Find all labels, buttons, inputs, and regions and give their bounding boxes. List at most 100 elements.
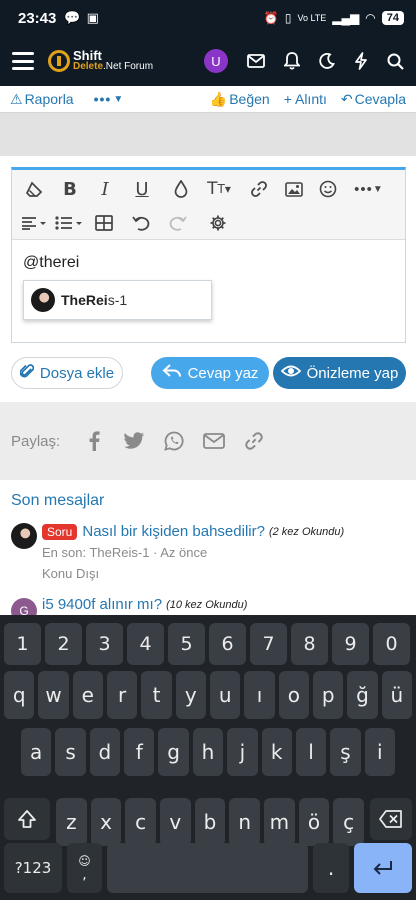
- color-drop-icon[interactable]: [168, 176, 194, 202]
- undo-icon[interactable]: [128, 210, 154, 236]
- key-c[interactable]: c: [125, 798, 156, 846]
- key-ü[interactable]: ü: [381, 671, 412, 719]
- key-h[interactable]: h: [192, 728, 224, 776]
- moon-icon[interactable]: [319, 53, 335, 69]
- preview-button[interactable]: Önizleme yap: [273, 357, 406, 389]
- settings-gear-icon[interactable]: [205, 210, 231, 236]
- backspace-key[interactable]: [370, 798, 412, 840]
- key-m[interactable]: m: [264, 798, 295, 846]
- key-8[interactable]: 8: [291, 623, 328, 665]
- post-reply-button[interactable]: Cevap yaz: [151, 357, 269, 389]
- key-g[interactable]: g: [158, 728, 189, 776]
- key-ö[interactable]: ö: [298, 798, 330, 846]
- email-share-icon[interactable]: [194, 433, 234, 449]
- key-k[interactable]: k: [261, 728, 292, 776]
- reply-link[interactable]: ↶ Cevapla: [341, 91, 406, 108]
- key-x[interactable]: x: [90, 798, 122, 846]
- search-icon[interactable]: [387, 53, 404, 70]
- key-4[interactable]: 4: [127, 623, 164, 665]
- symbols-key[interactable]: ?123: [4, 843, 62, 893]
- space-key[interactable]: [107, 843, 308, 893]
- table-icon[interactable]: [91, 210, 117, 236]
- key-n[interactable]: n: [229, 798, 260, 846]
- thread-title[interactable]: i5 9400f alınır mı?: [42, 596, 162, 613]
- quote-button[interactable]: + Alıntı: [284, 91, 327, 108]
- key-r[interactable]: r: [107, 671, 138, 719]
- emoji-comma-key[interactable]: ☺ ,: [67, 843, 102, 893]
- image-icon[interactable]: [281, 176, 307, 202]
- list-icon[interactable]: [52, 210, 86, 236]
- key-s[interactable]: s: [55, 728, 86, 776]
- key-i[interactable]: i: [364, 728, 395, 776]
- emoji-icon[interactable]: [315, 176, 341, 202]
- key-z[interactable]: z: [56, 798, 87, 846]
- key-d[interactable]: d: [89, 728, 121, 776]
- key-ş[interactable]: ş: [330, 728, 361, 776]
- facebook-icon[interactable]: [74, 431, 114, 451]
- site-logo[interactable]: Shift Delete.Net Forum: [48, 49, 153, 72]
- editor-content[interactable]: @therei: [23, 254, 79, 272]
- key-j[interactable]: j: [227, 728, 258, 776]
- key-7[interactable]: 7: [250, 623, 287, 665]
- period-key[interactable]: .: [313, 843, 349, 893]
- key-ı[interactable]: ı: [244, 671, 275, 719]
- copy-link-icon[interactable]: [234, 430, 274, 452]
- italic-icon[interactable]: I: [92, 176, 118, 202]
- align-icon[interactable]: [18, 210, 50, 236]
- key-t[interactable]: t: [141, 671, 172, 719]
- report-link[interactable]: ⚠ Raporla: [10, 91, 74, 108]
- key-e[interactable]: e: [72, 671, 103, 719]
- key-a[interactable]: a: [21, 728, 52, 776]
- emoji-key-icon: ☺: [78, 854, 91, 868]
- key-0[interactable]: 0: [373, 623, 410, 665]
- list-item[interactable]: Soru Nasıl bir kişiden bahsedilir? (2 ke…: [11, 523, 406, 585]
- thread-avatar[interactable]: [11, 523, 37, 549]
- key-w[interactable]: w: [38, 671, 69, 719]
- thread-title[interactable]: Nasıl bir kişiden bahsedilir?: [82, 523, 265, 540]
- chat-notification-icon: 💬: [64, 10, 81, 25]
- key-v[interactable]: v: [160, 798, 191, 846]
- key-ğ[interactable]: ğ: [347, 671, 378, 719]
- key-6[interactable]: 6: [209, 623, 246, 665]
- underline-icon[interactable]: U: [129, 176, 155, 202]
- key-b[interactable]: b: [194, 798, 226, 846]
- like-button[interactable]: 👍 Beğen: [210, 91, 270, 108]
- key-f[interactable]: f: [124, 728, 155, 776]
- menu-icon[interactable]: [12, 52, 34, 70]
- latest-posts-title[interactable]: Son mesajlar: [11, 492, 104, 510]
- user-avatar[interactable]: U: [204, 49, 228, 73]
- enter-key[interactable]: [354, 843, 412, 893]
- shift-key[interactable]: [4, 798, 50, 840]
- key-y[interactable]: y: [175, 671, 206, 719]
- key-9[interactable]: 9: [332, 623, 369, 665]
- whatsapp-icon[interactable]: [154, 431, 194, 451]
- key-o[interactable]: o: [278, 671, 309, 719]
- redo-icon[interactable]: [165, 210, 191, 236]
- bell-icon[interactable]: [284, 52, 300, 70]
- eraser-icon[interactable]: [21, 176, 47, 202]
- thread-forum[interactable]: Konu Dışı: [42, 566, 99, 581]
- font-size-icon[interactable]: T T▾: [202, 176, 236, 202]
- key-3[interactable]: 3: [86, 623, 123, 665]
- link-icon[interactable]: [246, 176, 272, 202]
- key-q[interactable]: q: [4, 671, 35, 719]
- key-1[interactable]: 1: [4, 623, 41, 665]
- bolt-icon[interactable]: [354, 52, 368, 70]
- key-u[interactable]: u: [210, 671, 241, 719]
- more-actions-button[interactable]: ••• ▼: [94, 91, 125, 107]
- attach-file-button[interactable]: Dosya ekle: [11, 357, 123, 389]
- thread-last-post[interactable]: En son: TheReis-1 · Az önce: [42, 545, 207, 560]
- more-options-icon[interactable]: ••• ▼: [350, 176, 388, 202]
- key-5[interactable]: 5: [168, 623, 205, 665]
- list-item[interactable]: G i5 9400f alınır mı? (10 kez Okundu): [11, 596, 406, 624]
- twitter-icon[interactable]: [114, 432, 154, 450]
- mail-icon[interactable]: [247, 54, 265, 68]
- key-p[interactable]: p: [313, 671, 344, 719]
- mention-suggestion[interactable]: TheReis-1: [23, 280, 212, 320]
- bold-icon[interactable]: B: [57, 176, 83, 202]
- preview-label: Önizleme yap: [306, 364, 399, 382]
- battery-indicator: 74: [381, 11, 404, 25]
- key-2[interactable]: 2: [45, 623, 82, 665]
- key-l[interactable]: l: [295, 728, 327, 776]
- key-ç[interactable]: ç: [333, 798, 364, 846]
